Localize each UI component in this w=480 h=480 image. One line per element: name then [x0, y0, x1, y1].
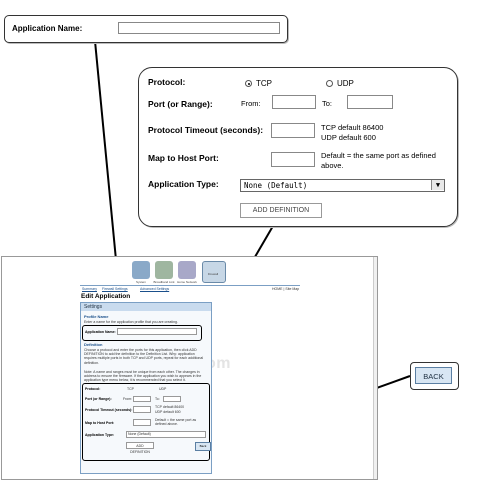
application-type-label: Application Type:: [148, 179, 219, 189]
mini-timeout-label: Protocol Timeout (seconds):: [85, 408, 133, 412]
mini-timeout-input[interactable]: [133, 406, 151, 413]
nav-divider: [80, 285, 300, 286]
page-title: Edit Application: [81, 293, 131, 300]
nav-firewall-settings[interactable]: Firewall Settings: [102, 287, 128, 291]
icon-caption-system: System: [135, 280, 146, 284]
map-host-port-input[interactable]: [271, 152, 315, 167]
udp-default-hint: UDP default 600: [321, 133, 376, 142]
page-screenshot: System Broadband Link Home Network Firew…: [1, 256, 378, 480]
mini-from: From:: [123, 397, 133, 401]
icon-caption-firewall: Firewall: [207, 272, 219, 276]
nav-advanced-settings[interactable]: Advanced Settings: [140, 287, 169, 291]
icon-caption-broadband: Broadband Link: [153, 280, 175, 284]
protocol-timeout-label: Protocol Timeout (seconds):: [148, 125, 264, 135]
mini-back-button[interactable]: Back: [195, 442, 211, 451]
application-type-value: None (Default): [244, 181, 308, 190]
callout-back: BACK: [410, 362, 459, 390]
mini-map-label: Map to Host Port:: [85, 421, 115, 425]
callout-protocol-settings: Protocol: TCP UDP Port (or Range): From:…: [138, 67, 458, 227]
udp-radio-label: UDP: [337, 79, 354, 88]
settings-header: Settings: [81, 303, 211, 311]
profile-hint: Enter a name for the application profile…: [84, 320, 178, 324]
broadband-icon[interactable]: [155, 261, 173, 279]
note-text: Note: A name and ranges must be unique f…: [84, 370, 202, 383]
chevron-down-icon[interactable]: ▼: [431, 180, 444, 190]
tcp-default-hint: TCP default 86400: [321, 123, 384, 132]
port-from-input[interactable]: [272, 95, 316, 109]
map-host-port-hint-line2: above.: [321, 161, 344, 170]
definition-text: Choose a protocol and enter the ports fo…: [84, 348, 204, 365]
mini-tcp-default: TCP default 86400: [155, 405, 185, 409]
mini-apptype-select[interactable]: None (Default): [126, 431, 206, 438]
scrollbar[interactable]: [373, 257, 377, 479]
mini-add-definition-button[interactable]: ADD DEFINITION: [126, 442, 154, 454]
mini-application-name-input[interactable]: [117, 328, 197, 335]
mini-port-to-input[interactable]: [163, 396, 181, 402]
mini-tcp[interactable]: TCP: [127, 387, 134, 391]
mini-port-label: Port (or Range):: [85, 397, 112, 401]
system-icon[interactable]: [132, 261, 150, 279]
nav-summary[interactable]: Summary: [82, 287, 97, 291]
port-range-label: Port (or Range):: [148, 99, 213, 109]
definition-heading: Definition: [84, 342, 103, 347]
callout-application-name: Application Name:: [4, 15, 288, 43]
settings-panel: Settings Profile Name Enter a name for t…: [80, 302, 212, 474]
mini-application-name-label: Application Name:: [85, 330, 116, 334]
map-host-port-hint-line1: Default = the same port as defined: [321, 151, 436, 160]
home-network-icon[interactable]: [178, 261, 196, 279]
protocol-label: Protocol:: [148, 77, 186, 87]
mini-to: To:: [155, 397, 160, 401]
mini-udp[interactable]: UDP: [159, 387, 166, 391]
application-type-select[interactable]: None (Default) ▼: [240, 179, 445, 192]
application-name-label: Application Name:: [12, 24, 83, 33]
to-label: To:: [322, 99, 333, 108]
back-button[interactable]: BACK: [415, 367, 452, 384]
mini-port-from-input[interactable]: [133, 396, 151, 402]
mini-map-input[interactable]: [133, 419, 151, 426]
map-host-port-label: Map to Host Port:: [148, 153, 219, 163]
mini-protocol-label: Protocol:: [85, 387, 101, 391]
add-definition-button[interactable]: ADD DEFINITION: [240, 203, 322, 218]
application-name-input[interactable]: [118, 22, 280, 34]
udp-radio[interactable]: [326, 80, 333, 87]
mini-udp-default: UDP default 600: [155, 410, 181, 414]
nav-home-sitemap[interactable]: HOME | Site Map: [272, 287, 299, 291]
profile-name-heading: Profile Name: [84, 314, 109, 319]
tcp-radio-label: TCP: [256, 79, 272, 88]
tcp-radio[interactable]: [245, 80, 252, 87]
mini-map-hint: Default = the same port as defined above…: [155, 418, 197, 427]
protocol-timeout-input[interactable]: [271, 123, 315, 138]
from-label: From:: [241, 99, 261, 108]
mini-apptype-label: Application Type:: [85, 433, 115, 437]
port-to-input[interactable]: [347, 95, 393, 109]
icon-caption-home-network: Home Network: [177, 280, 197, 284]
